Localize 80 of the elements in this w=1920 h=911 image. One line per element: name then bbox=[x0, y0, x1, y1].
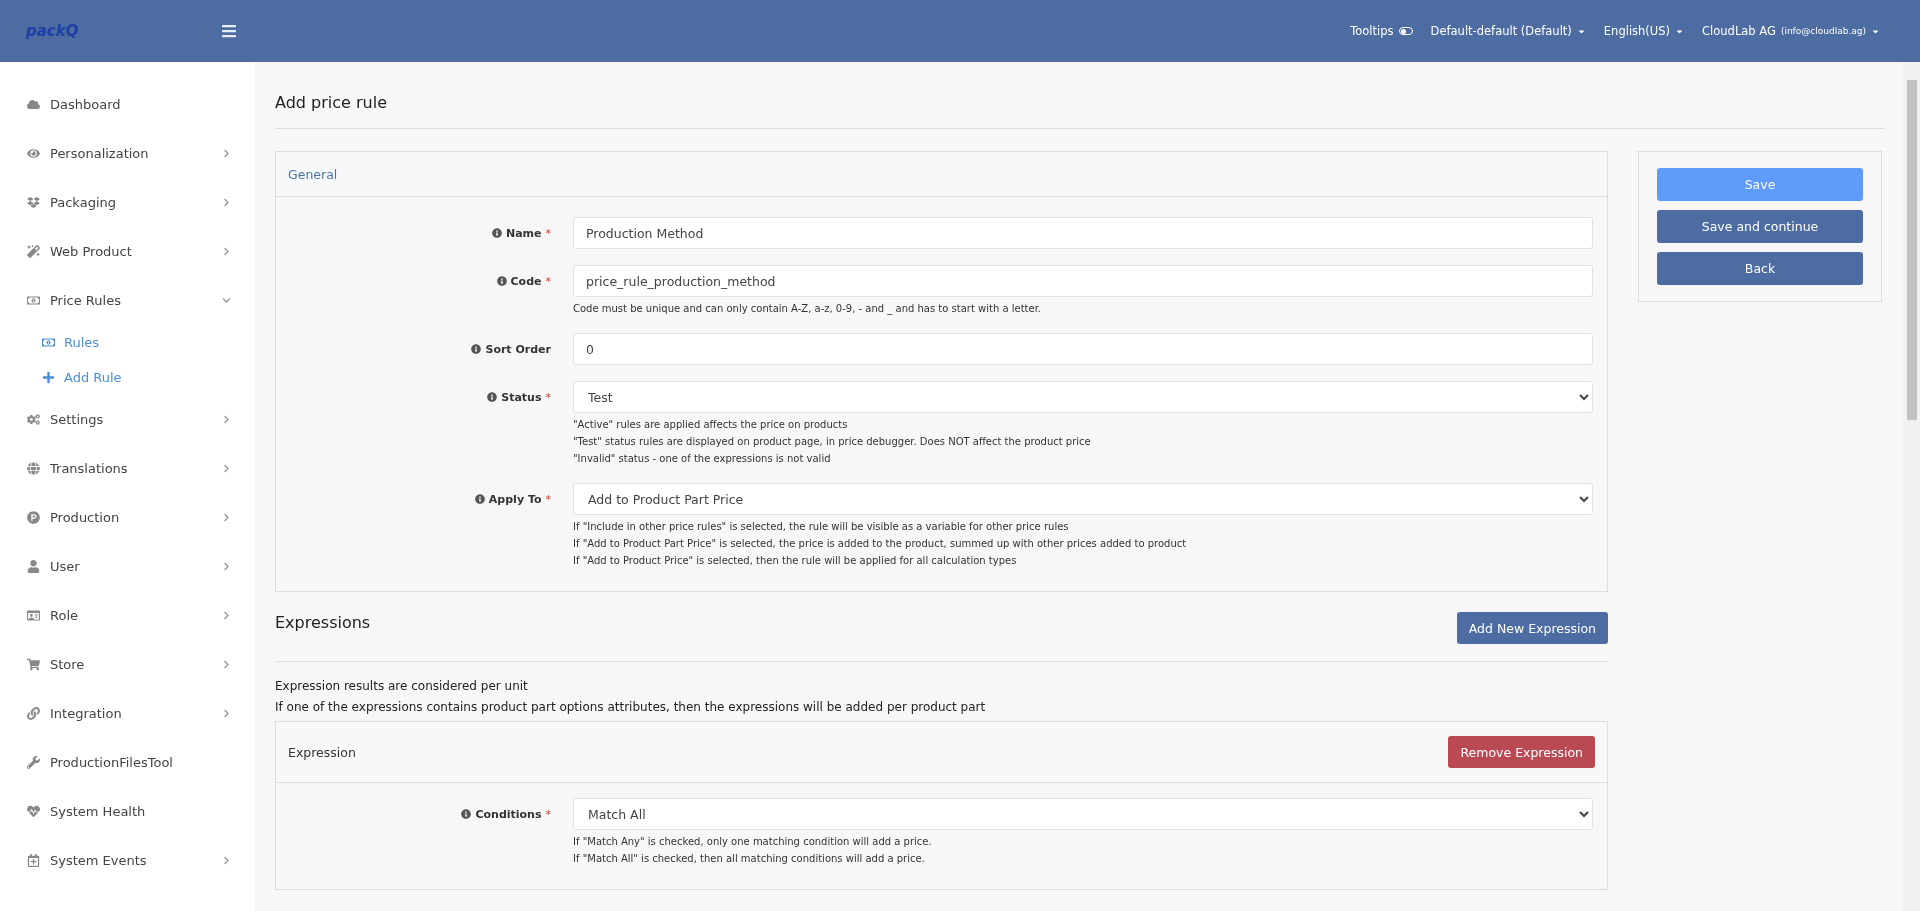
info-icon bbox=[487, 392, 498, 402]
note-text: If one of the expressions contains product part options attributes, then the expressions will be added per product part bbox=[275, 700, 987, 714]
input-field[interactable]: Production Method bbox=[573, 217, 1593, 249]
sidebar-item[interactable]: User bbox=[0, 542, 255, 591]
wrench-icon bbox=[27, 756, 40, 769]
select-field[interactable]: Test bbox=[573, 381, 1593, 413]
link-icon bbox=[27, 707, 40, 720]
sidebar-item[interactable]: Packaging bbox=[0, 178, 255, 227]
sidebar-item[interactable]: Translations bbox=[0, 444, 255, 493]
help-text: "Test" status rules are displayed on product page, in price debugger. Does NOT affect the product price bbox=[573, 435, 1092, 449]
card-title: Expression bbox=[288, 744, 356, 760]
wand-icon bbox=[27, 245, 40, 258]
note-text: Expression results are considered per unit bbox=[275, 679, 529, 693]
back-button[interactable]: Back bbox=[1657, 252, 1863, 285]
help-text: "Invalid" status - one of the expressions is not valid bbox=[573, 452, 832, 466]
add-expression-button[interactable]: Add New Expression bbox=[1456, 612, 1608, 644]
cart-icon bbox=[27, 658, 40, 671]
info-icon bbox=[471, 344, 482, 354]
help-text: If "Add to Product Price" is selected, then the rule will be applied for all calculation types bbox=[573, 554, 1018, 568]
info-icon bbox=[496, 276, 507, 286]
info-icon bbox=[474, 494, 485, 504]
label-text: Code bbox=[510, 274, 542, 288]
info-icon bbox=[461, 809, 472, 819]
required-marker: * bbox=[545, 390, 551, 404]
remove-expression-button[interactable]: Remove Expression bbox=[1448, 736, 1595, 768]
id-card-icon bbox=[27, 609, 40, 622]
sidebar-item[interactable]: Personalization bbox=[0, 129, 255, 178]
eye-icon bbox=[27, 147, 40, 160]
account-menu[interactable]: CloudLab AG (info@cloudlab.ag) bbox=[1702, 24, 1880, 38]
sidebar-item[interactable]: Dashboard bbox=[0, 80, 255, 129]
help-text: Code must be unique and can only contain A-Z, a-z, 0-9, - and _ and has to start with a letter. bbox=[573, 302, 1043, 317]
banknote-icon bbox=[27, 294, 40, 307]
gears-icon bbox=[27, 413, 40, 426]
page-title: Add price rule bbox=[275, 92, 388, 114]
label-text: Conditions bbox=[475, 807, 542, 821]
sidebar-item[interactable]: Settings bbox=[0, 395, 255, 444]
select-field[interactable]: Match All bbox=[573, 798, 1593, 830]
help-text: If "Match Any" is checked, only one matching condition will add a price. bbox=[573, 835, 933, 849]
dropdown-menu[interactable]: English(US) bbox=[1603, 24, 1685, 38]
select-field[interactable]: Add to Product Part Price bbox=[573, 483, 1593, 515]
card-title: General bbox=[288, 166, 338, 182]
dropdown-menu[interactable]: Default-default (Default) bbox=[1430, 24, 1586, 38]
label-text: Name bbox=[505, 226, 542, 240]
help-text: "Active" rules are applied affects the price on products bbox=[573, 418, 849, 432]
input-field[interactable]: 0 bbox=[573, 333, 1593, 365]
sidebar-item[interactable]: Price Rules bbox=[0, 276, 255, 325]
label-text: Status bbox=[501, 390, 542, 404]
sidebar-item[interactable]: Web Product bbox=[0, 227, 255, 276]
input-field[interactable]: price_rule_production_method bbox=[573, 265, 1593, 297]
tooltips-toggle[interactable]: Tooltips bbox=[1350, 24, 1413, 38]
help-text: If "Include in other price rules" is selected, the rule will be visible as a variable for other price rules bbox=[573, 520, 1070, 534]
calendar-icon bbox=[27, 854, 40, 867]
help-text: If "Match All" is checked, then all matching conditions will add a price. bbox=[573, 852, 926, 866]
user-icon bbox=[27, 560, 40, 573]
menu-icon[interactable] bbox=[221, 23, 237, 39]
sidebar-item[interactable]: System Events bbox=[0, 836, 255, 885]
sidebar-item[interactable]: Store bbox=[0, 640, 255, 689]
required-marker: * bbox=[545, 807, 551, 821]
cloud-icon bbox=[27, 98, 40, 111]
plus-icon bbox=[42, 371, 55, 384]
sidebar-item[interactable]: ProductionFilesTool bbox=[0, 738, 255, 787]
section-title: Expressions bbox=[275, 612, 371, 632]
circle-p-icon bbox=[27, 511, 40, 524]
sidebar-item[interactable]: Role bbox=[0, 591, 255, 640]
sidebar-item[interactable]: System Health bbox=[0, 787, 255, 836]
sidebar-item[interactable]: Integration bbox=[0, 689, 255, 738]
sidebar-item[interactable]: Production bbox=[0, 493, 255, 542]
help-text: If "Add to Product Part Price" is selected, the price is added to the product, summed up with other prices added to product bbox=[573, 537, 1188, 551]
info-icon bbox=[491, 228, 502, 238]
required-marker: * bbox=[545, 274, 551, 288]
required-marker: * bbox=[545, 226, 551, 240]
globe-icon bbox=[27, 462, 40, 475]
scrollbar[interactable] bbox=[1903, 62, 1920, 911]
label-text: Sort Order bbox=[485, 342, 551, 356]
required-marker: * bbox=[545, 492, 551, 506]
save-continue-button[interactable]: Save and continue bbox=[1657, 210, 1863, 243]
boxes-icon bbox=[27, 196, 40, 209]
heartbeat-icon bbox=[27, 805, 40, 818]
label-text: Apply To bbox=[488, 492, 542, 506]
banknote-icon bbox=[42, 336, 55, 349]
